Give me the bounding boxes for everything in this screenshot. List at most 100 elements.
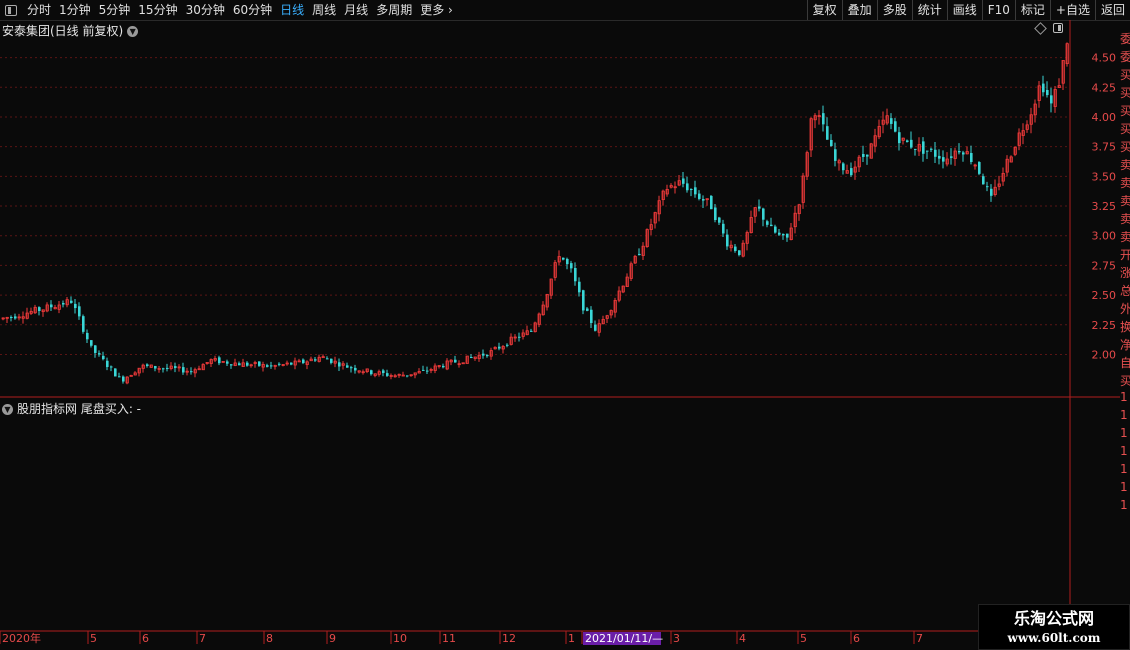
candle-body-down — [910, 139, 913, 148]
candle-body-down — [482, 353, 485, 356]
adjust-button[interactable]: 复权 — [806, 0, 842, 20]
x-tick-label: 12 — [502, 632, 516, 645]
candle-body-down — [270, 365, 273, 367]
tab-30min[interactable]: 30分钟 — [182, 0, 229, 20]
candle-body-down — [166, 367, 169, 369]
right-panel-char: 卖 — [1120, 194, 1130, 208]
diamond-icon[interactable] — [1034, 21, 1047, 35]
right-panel-char: 自 — [1120, 356, 1130, 370]
x-tick-label: 5 — [800, 632, 807, 645]
candle-body-down — [506, 344, 509, 346]
candle-body-down — [758, 206, 761, 209]
candle-body-down — [406, 375, 409, 377]
candle-body-down — [638, 253, 641, 256]
candle-body-down — [690, 189, 693, 191]
candle-body-down — [230, 364, 233, 366]
kline-chart[interactable]: 2.00 2.25 2.50 2.75 3.00 3.25 3.50 3.75 4.00 4.25… — [0, 20, 1120, 650]
x-tick-label: 3 — [673, 632, 680, 645]
candle-body-down — [102, 355, 105, 360]
right-panel-char: 卖 — [1120, 212, 1130, 226]
candle-body-down — [1046, 90, 1049, 96]
candle-body-down — [586, 308, 589, 311]
candle-body-down — [938, 155, 941, 159]
candle-body-down — [346, 365, 349, 368]
multi-stock-button[interactable]: 多股 — [876, 0, 912, 20]
indicator-title: ▼ 股朋指标网 尾盘买入: - — [2, 400, 141, 417]
tab-multi-period[interactable]: 多周期 — [372, 0, 416, 20]
maximize-icon[interactable] — [1053, 23, 1063, 33]
tab-daily[interactable]: 日线 — [276, 0, 308, 20]
candle-body-down — [278, 363, 281, 365]
candle-body-down — [486, 354, 489, 357]
candle-body-down — [970, 152, 973, 163]
chevron-down-icon[interactable]: ▼ — [2, 404, 13, 415]
y-tick-label: 4.25 — [1092, 81, 1117, 94]
chevron-down-icon[interactable]: ▼ — [127, 26, 139, 37]
candle-body-down — [986, 186, 989, 188]
x-tick-label: 11 — [442, 632, 456, 645]
panel-toggle-icon[interactable] — [5, 4, 17, 16]
f10-button[interactable]: F10 — [981, 0, 1015, 20]
right-panel-char: 1 — [1120, 498, 1128, 512]
candle-body-down — [354, 367, 357, 371]
statistics-button[interactable]: 统计 — [911, 0, 947, 20]
overlay-button[interactable]: 叠加 — [841, 0, 877, 20]
candle-body-down — [258, 361, 261, 366]
candle-body-down — [762, 208, 765, 220]
candle-body-down — [906, 140, 909, 143]
tab-weekly[interactable]: 周线 — [308, 0, 340, 20]
draw-line-button[interactable]: 画线 — [946, 0, 982, 20]
candle-body-down — [426, 370, 429, 372]
tab-monthly[interactable]: 月线 — [340, 0, 372, 20]
tab-1min[interactable]: 1分钟 — [55, 0, 95, 20]
candle-body-down — [842, 163, 845, 171]
tab-15min[interactable]: 15分钟 — [134, 0, 181, 20]
right-panel-char: 买 — [1120, 140, 1130, 154]
highlight-date-label: 2021/01/11/— — [585, 632, 663, 645]
right-panel-char: 换 — [1120, 320, 1130, 334]
candle-body-down — [326, 358, 329, 360]
candle-body-down — [118, 376, 121, 378]
y-tick-label: 2.75 — [1092, 259, 1117, 272]
candle-body-down — [682, 178, 685, 184]
candle-body-down — [850, 168, 853, 176]
candle-body-down — [578, 281, 581, 293]
right-panel-char: 委 — [1120, 50, 1130, 64]
y-tick-label: 3.25 — [1092, 200, 1117, 213]
right-panel-char: 开 — [1120, 248, 1130, 262]
x-tick-label: 9 — [329, 632, 336, 645]
x-tick-label: 8 — [266, 632, 273, 645]
candle-body-down — [498, 346, 501, 349]
right-panel-char: 涨 — [1120, 266, 1130, 280]
candle-body-down — [86, 332, 89, 340]
candle-body-down — [162, 368, 165, 370]
tab-60min[interactable]: 60分钟 — [229, 0, 276, 20]
add-watchlist-button[interactable]: +自选 — [1049, 0, 1095, 20]
tab-more[interactable]: 更多 › — [416, 0, 457, 20]
candle-body-down — [422, 369, 425, 371]
candle-body-down — [70, 300, 73, 303]
candle-body-down — [978, 162, 981, 174]
candle-body-down — [330, 358, 333, 363]
back-button[interactable]: 返回 — [1094, 0, 1130, 20]
candle-body-down — [470, 357, 473, 359]
x-tick-label: 2020年 — [2, 631, 41, 645]
candle-body-down — [590, 309, 593, 324]
y-tick-label: 3.50 — [1092, 170, 1117, 183]
candle-body-down — [926, 150, 929, 152]
candle-body-down — [226, 361, 229, 364]
candle-body-down — [826, 126, 829, 140]
window-icons — [1034, 21, 1063, 35]
tab-5min[interactable]: 5分钟 — [95, 0, 135, 20]
watermark-url: www.60lt.com — [1007, 631, 1101, 645]
candle-body-down — [10, 316, 13, 318]
candle-body-down — [710, 195, 713, 210]
candle-body-down — [958, 150, 961, 153]
candle-body-down — [566, 258, 569, 265]
y-tick-label: 2.25 — [1092, 319, 1117, 332]
mark-button[interactable]: 标记 — [1014, 0, 1050, 20]
tab-fenshi[interactable]: 分时 — [23, 0, 55, 20]
candle-body-down — [990, 188, 993, 196]
candle-body-down — [562, 257, 565, 260]
right-panel-char: 1 — [1120, 408, 1128, 422]
